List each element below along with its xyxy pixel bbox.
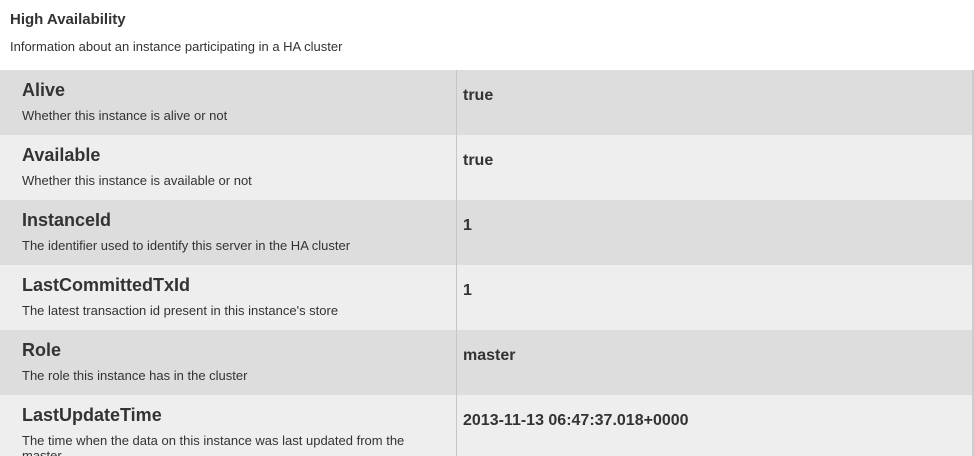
attributes-table: Alive Whether this instance is alive or … [0,70,974,456]
attribute-name: LastCommittedTxId [22,275,191,295]
attribute-description: Whether this instance is alive or not [22,108,228,123]
attribute-name: Alive [22,80,66,100]
attribute-name: InstanceId [22,210,112,230]
attribute-row-alive: Alive Whether this instance is alive or … [0,70,972,135]
attribute-description: The time when the data on this instance … [22,433,405,456]
attribute-value: 2013-11-13 06:47:37.018+0000 [463,412,689,429]
attribute-info: Alive Whether this instance is alive or … [0,70,457,135]
attribute-description: The identifier used to identify this ser… [22,238,351,253]
attribute-value: true [463,152,494,169]
attribute-value-cell: 2013-11-13 06:47:37.018+0000 [457,395,972,456]
attribute-value-cell: true [457,135,972,200]
attribute-description: The latest transaction id present in thi… [22,303,339,318]
attribute-row-available: Available Whether this instance is avail… [0,135,972,200]
attribute-value: true [463,87,494,104]
attribute-description: Whether this instance is available or no… [22,173,252,188]
bean-description: Information about an instance participat… [10,39,343,54]
attribute-value-cell: true [457,70,972,135]
attribute-info: InstanceId The identifier used to identi… [0,200,457,265]
bean-title: High Availability [10,11,126,28]
attribute-row-lastcommittedtxid: LastCommittedTxId The latest transaction… [0,265,972,330]
attribute-info: Role The role this instance has in the c… [0,330,457,395]
attribute-row-lastupdatetime: LastUpdateTime The time when the data on… [0,395,972,456]
attribute-info: LastCommittedTxId The latest transaction… [0,265,457,330]
attribute-value-cell: 1 [457,265,972,330]
attribute-value: 1 [463,217,472,234]
attribute-description: The role this instance has in the cluste… [22,368,248,383]
attribute-name: LastUpdateTime [22,405,162,425]
attribute-name: Available [22,145,101,165]
attribute-row-instanceid: InstanceId The identifier used to identi… [0,200,972,265]
attribute-value-cell: 1 [457,200,972,265]
attribute-name: Role [22,340,62,360]
bean-header: High Availability Information about an i… [0,0,974,70]
attribute-info: Available Whether this instance is avail… [0,135,457,200]
attribute-value: master [463,347,516,364]
attribute-row-role: Role The role this instance has in the c… [0,330,972,395]
attribute-value-cell: master [457,330,972,395]
attribute-info: LastUpdateTime The time when the data on… [0,395,457,456]
attribute-value: 1 [463,282,472,299]
